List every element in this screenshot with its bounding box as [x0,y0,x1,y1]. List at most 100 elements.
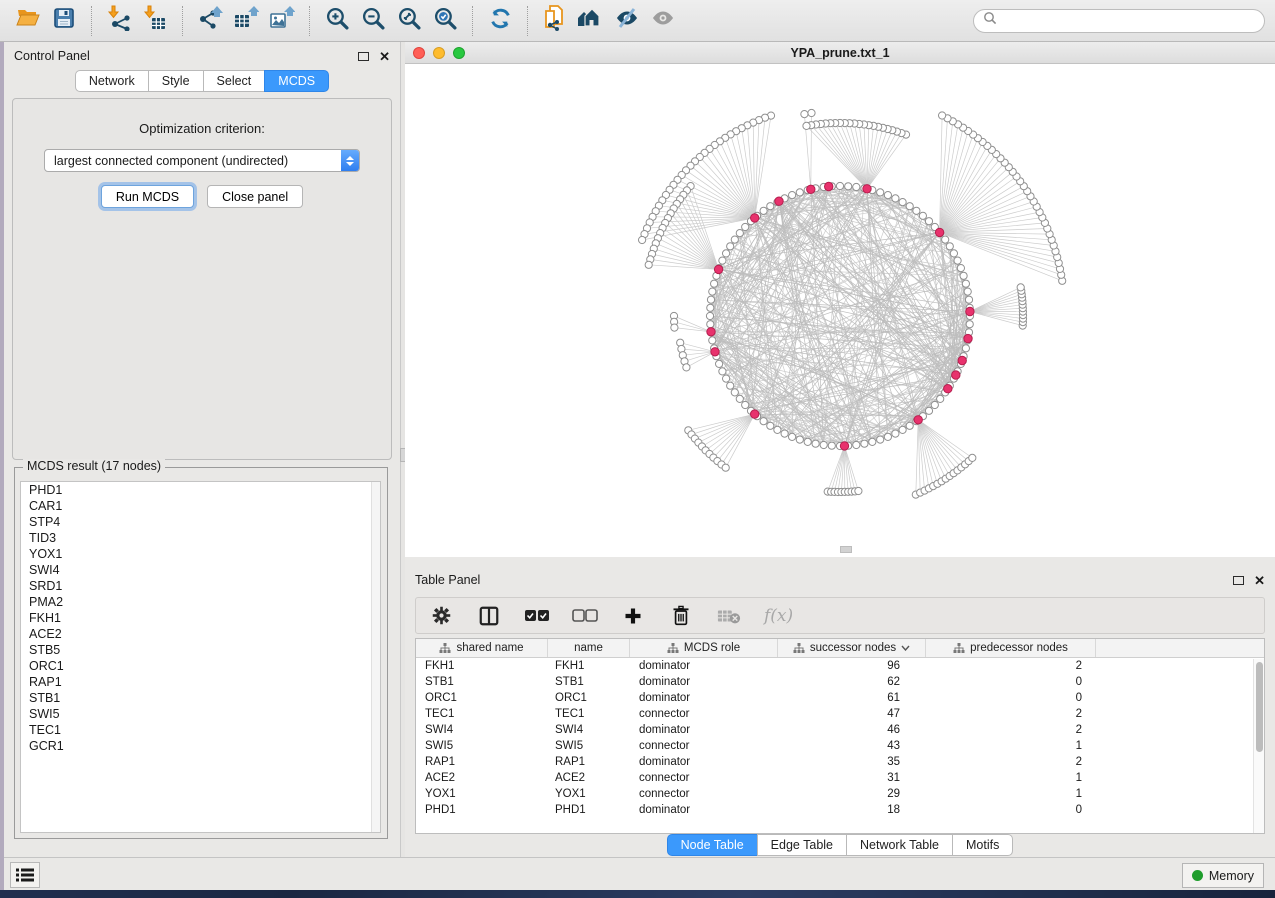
export-network-button[interactable] [192,4,228,38]
tab-node-table[interactable]: Node Table [667,834,758,856]
table-row[interactable]: PHD1PHD1dominator180 [416,802,1264,818]
criterion-value: largest connected component (undirected) [45,154,341,168]
list-item[interactable]: SWI4 [21,562,380,578]
column-header-shared-name[interactable]: shared name [416,639,548,657]
column-header-successor-nodes[interactable]: successor nodes [778,639,926,657]
open-file-icon [15,6,41,35]
list-item[interactable]: RAP1 [21,674,380,690]
result-scrollbar[interactable] [371,482,380,832]
column-header-predecessor-nodes[interactable]: predecessor nodes [926,639,1096,657]
import-network-icon [106,5,132,36]
delete-column-button[interactable] [668,603,694,629]
search-field[interactable] [973,9,1265,33]
close-mcds-panel-button[interactable]: Close panel [207,185,303,208]
tree-icon [667,643,679,654]
canvas-scrollbar-grip[interactable] [840,546,852,553]
list-item[interactable]: CAR1 [21,498,380,514]
create-column-button[interactable] [620,603,646,629]
search-icon [983,11,997,30]
criterion-dropdown[interactable]: largest connected component (undirected) [44,149,360,172]
table-row[interactable]: SWI4SWI4dominator462 [416,722,1264,738]
horizontal-splitter[interactable] [405,557,1275,566]
export-table-button[interactable] [228,4,264,38]
copy-network-icon [542,5,568,37]
table-row[interactable]: YOX1YOX1connector291 [416,786,1264,802]
close-panel-icon[interactable]: ✕ [379,50,390,63]
table-settings-button[interactable] [428,603,454,629]
table-row[interactable]: STB1STB1dominator620 [416,674,1264,690]
table-panel-title: Table Panel [415,573,480,587]
table-row[interactable]: RAP1RAP1dominator352 [416,754,1264,770]
delete-table-button-disabled [716,603,742,629]
table-scrollbar[interactable] [1253,659,1264,833]
mcds-panel: Optimization criterion: largest connecte… [12,98,392,460]
list-item[interactable]: PMA2 [21,594,380,610]
list-item[interactable]: TEC1 [21,722,380,738]
open-file-button[interactable] [10,4,46,38]
refresh-layout-button[interactable] [482,4,518,38]
export-image-button[interactable] [264,4,300,38]
zoom-fit-button[interactable] [391,4,427,38]
table-row[interactable]: FKH1FKH1dominator962 [416,658,1264,674]
list-item[interactable]: SWI5 [21,706,380,722]
search-input[interactable] [997,14,1255,28]
float-panel-icon[interactable] [358,52,369,61]
save-session-button[interactable] [46,4,82,38]
show-all-networks-button[interactable] [573,4,609,38]
list-item[interactable]: TID3 [21,530,380,546]
mcds-result-list[interactable]: PHD1 CAR1 STP4 TID3 YOX1 SWI4 SRD1 PMA2 … [20,481,381,833]
table-row[interactable]: TEC1TEC1connector472 [416,706,1264,722]
list-item[interactable]: ACE2 [21,626,380,642]
table-scrollbar-thumb[interactable] [1256,662,1263,752]
list-item[interactable]: STB5 [21,642,380,658]
list-item[interactable]: SRD1 [21,578,380,594]
zoom-in-button[interactable] [319,4,355,38]
table-header-row: shared name name MCDS role successor nod… [416,639,1264,658]
list-item[interactable]: PHD1 [21,482,380,498]
tab-mcds[interactable]: MCDS [264,70,329,92]
select-all-columns-button[interactable] [524,603,550,629]
list-item[interactable]: GCR1 [21,738,380,754]
sort-chevron-icon [901,645,910,651]
memory-button[interactable]: Memory [1182,863,1264,888]
show-columns-button[interactable] [476,603,502,629]
function-builder-button-disabled: f(x) [764,606,793,626]
network-canvas[interactable] [405,64,1275,557]
show-hidden-button[interactable] [645,4,681,38]
import-table-button[interactable] [137,4,173,38]
import-network-button[interactable] [101,4,137,38]
column-header-name[interactable]: name [548,639,630,657]
network-graph[interactable] [405,64,1275,557]
list-item[interactable]: ORC1 [21,658,380,674]
tab-style[interactable]: Style [148,70,204,92]
zoom-in-icon [325,6,350,36]
column-header-mcds-role[interactable]: MCDS role [630,639,778,657]
unselect-all-columns-button[interactable] [572,603,598,629]
tab-motifs[interactable]: Motifs [952,834,1013,856]
application-window: Control Panel ✕ Network Style Select MCD… [0,0,1275,890]
tree-icon [439,643,451,654]
save-session-icon [52,6,76,35]
task-history-button[interactable] [10,862,40,888]
import-table-icon [142,5,168,36]
tab-network[interactable]: Network [75,70,149,92]
list-item[interactable]: FKH1 [21,610,380,626]
table-row[interactable]: ACE2ACE2connector311 [416,770,1264,786]
float-table-panel-icon[interactable] [1233,576,1244,585]
tab-network-table[interactable]: Network Table [846,834,953,856]
tab-select[interactable]: Select [203,70,266,92]
table-row[interactable]: SWI5SWI5connector431 [416,738,1264,754]
list-item[interactable]: STP4 [21,514,380,530]
list-item[interactable]: STB1 [21,690,380,706]
criterion-label: Optimization criterion: [13,121,391,136]
list-item[interactable]: YOX1 [21,546,380,562]
zoom-out-button[interactable] [355,4,391,38]
tab-edge-table[interactable]: Edge Table [757,834,847,856]
run-mcds-button[interactable]: Run MCDS [101,185,194,208]
zoom-selected-button[interactable] [427,4,463,38]
hide-selected-button[interactable] [609,4,645,38]
copy-network-button[interactable] [537,4,573,38]
close-table-panel-icon[interactable]: ✕ [1254,574,1265,587]
node-table: shared name name MCDS role successor nod… [415,638,1265,834]
table-row[interactable]: ORC1ORC1dominator610 [416,690,1264,706]
